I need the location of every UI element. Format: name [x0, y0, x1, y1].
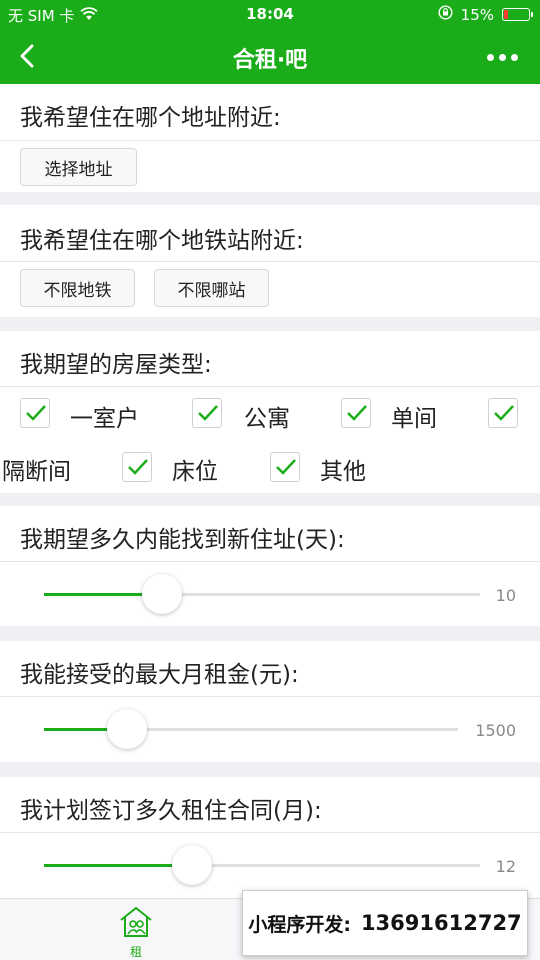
days-slider[interactable] [44, 574, 480, 614]
check-icon [494, 405, 514, 421]
tab-rent[interactable]: 租 [114, 905, 158, 960]
address-question: 我希望住在哪个地址附近: [20, 105, 281, 131]
check-icon [128, 459, 148, 475]
subway-line-button[interactable]: 不限地铁 [20, 269, 135, 307]
option-label-partitioned-room: 隔断间 [2, 459, 71, 485]
orientation-lock-icon [438, 5, 453, 24]
check-icon [26, 405, 46, 421]
home-icon [120, 907, 152, 937]
rent-section: 我能接受的最大月租金(元): 1500 [0, 641, 540, 762]
contract-slider[interactable] [44, 845, 480, 885]
checkbox-studio[interactable] [20, 398, 50, 428]
contract-section: 我计划签订多久租住合同(月): 12 [0, 777, 540, 898]
ad-phone: 13691612727 [360, 911, 522, 935]
contract-slider-handle[interactable] [172, 845, 212, 885]
option-label-bed: 床位 [172, 459, 218, 485]
rent-slider[interactable] [44, 709, 458, 749]
checkbox-single-room[interactable] [341, 398, 371, 428]
check-icon [276, 459, 296, 475]
rent-question: 我能接受的最大月租金(元): [20, 662, 299, 688]
option-label-studio: 一室户 [70, 406, 139, 432]
days-question: 我期望多久内能找到新住址(天): [20, 527, 345, 553]
days-slider-handle[interactable] [142, 574, 182, 614]
ad-banner: 小程序开发: 13691612727 [242, 890, 528, 956]
tab-rent-label: 租 [129, 945, 142, 959]
select-address-button[interactable]: 选择地址 [20, 148, 137, 186]
checkbox-bed[interactable] [122, 452, 152, 482]
subway-section: 我希望住在哪个地铁站附近: 不限地铁 不限哪站 [0, 205, 540, 317]
rent-value: 1500 [475, 721, 516, 740]
battery-icon [502, 8, 533, 21]
battery-percent: 15% [460, 5, 494, 24]
ad-label: 小程序开发: [248, 913, 351, 936]
contract-value: 12 [495, 857, 516, 876]
more-menu-button[interactable] [487, 54, 518, 61]
status-bar: 无 SIM 卡 18:04 15% [0, 0, 540, 30]
rent-slider-handle[interactable] [107, 709, 147, 749]
subway-question: 我希望住在哪个地铁站附近: [20, 228, 304, 254]
checkbox-partitioned-room[interactable] [488, 398, 518, 428]
check-icon [198, 405, 218, 421]
checkbox-other[interactable] [270, 452, 300, 482]
option-label-other: 其他 [320, 459, 366, 485]
house-type-section: 我期望的房屋类型: 一室户 公寓 单间 隔断间 床位 其他 [0, 331, 540, 493]
checkbox-apartment[interactable] [192, 398, 222, 428]
option-label-apartment: 公寓 [244, 406, 290, 432]
check-icon [347, 405, 367, 421]
days-value: 10 [495, 586, 516, 605]
option-label-single-room: 单间 [391, 406, 437, 432]
subway-station-button[interactable]: 不限哪站 [154, 269, 269, 307]
address-section: 我希望住在哪个地址附近: 选择地址 [0, 84, 540, 192]
nav-bar: 合租·吧 [0, 30, 540, 84]
contract-question: 我计划签订多久租住合同(月): [20, 798, 322, 824]
house-type-question: 我期望的房屋类型: [20, 352, 212, 378]
days-section: 我期望多久内能找到新住址(天): 10 [0, 506, 540, 626]
page-title: 合租·吧 [232, 48, 308, 73]
